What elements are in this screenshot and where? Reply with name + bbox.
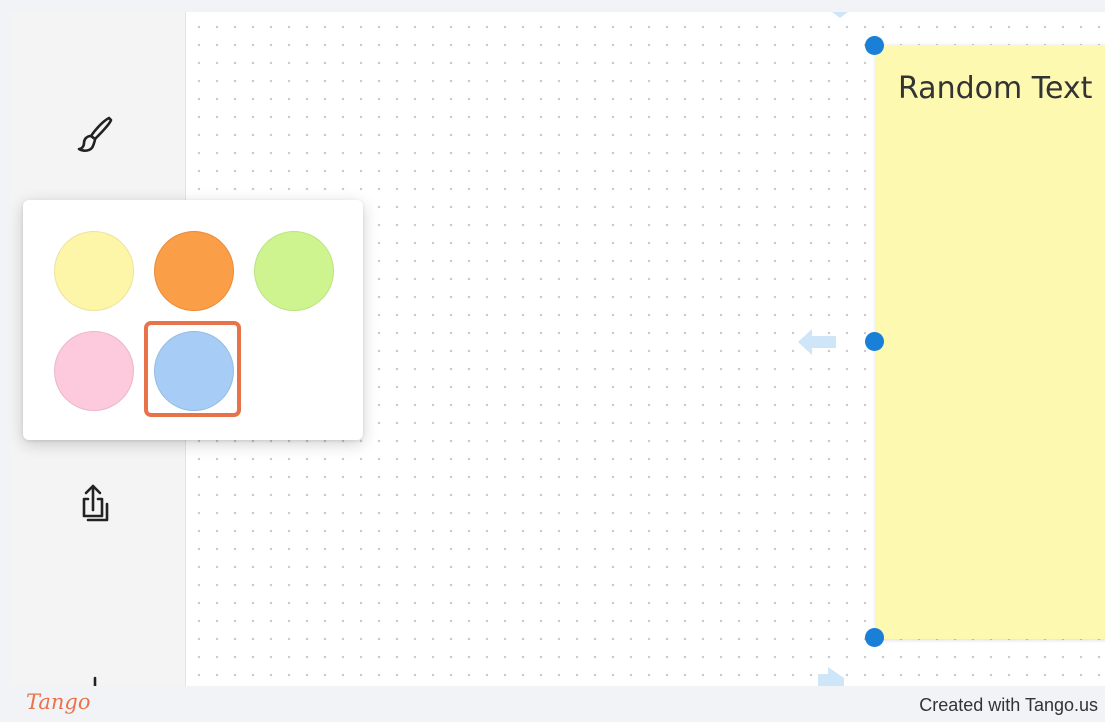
connector-arrow-bottom-icon[interactable] [814, 664, 850, 686]
resize-handle-bottom-left[interactable] [865, 628, 884, 647]
footer-credit: Created with Tango.us [919, 695, 1098, 715]
swatch-blue[interactable] [154, 331, 234, 411]
footer-bar: Tango Created with Tango.us [0, 686, 1105, 722]
add-tool-button[interactable] [65, 662, 125, 686]
share-icon [82, 484, 109, 522]
tango-logo: Tango [26, 690, 91, 714]
connector-arrow-left-icon[interactable] [796, 326, 838, 358]
sticky-note-text[interactable]: Random Text [898, 71, 1092, 106]
resize-handle-top-left[interactable] [865, 36, 884, 55]
sticky-note[interactable]: Random Text [876, 45, 1105, 639]
resize-handle-middle-left[interactable] [865, 332, 884, 351]
share-tool-button[interactable] [65, 474, 125, 534]
brush-tool-button[interactable] [65, 104, 125, 164]
swatch-green[interactable] [254, 231, 334, 311]
color-picker-popover [23, 200, 363, 440]
swatch-pink[interactable] [54, 331, 134, 411]
paintbrush-icon [77, 116, 113, 152]
swatch-orange[interactable] [154, 231, 234, 311]
swatch-yellow[interactable] [54, 231, 134, 311]
plus-icon [93, 676, 97, 686]
connector-arrow-top-icon[interactable] [830, 12, 850, 20]
